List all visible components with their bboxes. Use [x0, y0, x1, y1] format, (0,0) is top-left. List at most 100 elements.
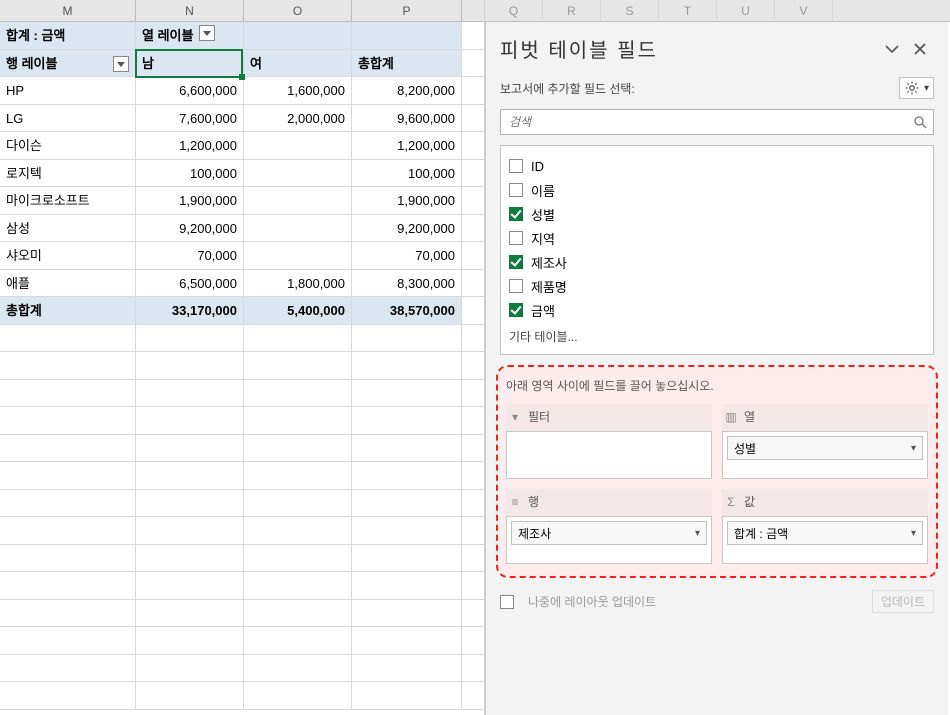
field-item[interactable]: 이름	[509, 178, 925, 202]
drop-item-label: 합계 : 금액	[734, 525, 788, 542]
drop-item[interactable]: 성별 ▾	[727, 436, 923, 460]
checkbox-icon[interactable]	[509, 159, 523, 173]
pivot-corner: 합계 : 금액	[0, 22, 136, 49]
grand-total-male: 33,170,000	[136, 297, 244, 324]
row-female	[244, 215, 352, 242]
col-header-P[interactable]: P	[352, 0, 462, 21]
table-row[interactable]: 로지텍100,000100,000	[0, 160, 484, 188]
row-male: 1,900,000	[136, 187, 244, 214]
worksheet[interactable]: M N O P 합계 : 금액 열 레이블 행 레이블 남 여 총합계 HP6,…	[0, 0, 485, 715]
row-female	[244, 132, 352, 159]
table-row[interactable]: 샤오미70,00070,000	[0, 242, 484, 270]
pivot-col-field[interactable]: 열 레이블	[136, 22, 244, 49]
sigma-icon: Σ	[724, 495, 738, 509]
chevron-down-icon[interactable]: ▾	[911, 443, 916, 454]
row-male: 6,500,000	[136, 270, 244, 297]
drop-item[interactable]: 제조사▾	[511, 521, 707, 545]
other-tables-link[interactable]: 기타 테이블...	[509, 328, 925, 345]
rows-icon: ≡	[508, 495, 522, 509]
field-item[interactable]: 지역	[509, 226, 925, 250]
table-row[interactable]: 마이크로소프트1,900,0001,900,000	[0, 187, 484, 215]
row-label: 삼성	[0, 215, 136, 242]
update-button[interactable]: 업데이트	[872, 590, 934, 613]
pivot-row-field[interactable]: 행 레이블	[0, 50, 136, 77]
chevron-down-icon[interactable]: ▾	[695, 528, 700, 539]
drop-areas: 아래 영역 사이에 필드를 끌어 놓으십시오. ▾필터 ▥열 성별▾ ≡행 제조…	[496, 365, 938, 578]
row-male: 7,600,000	[136, 105, 244, 132]
row-male: 1,200,000	[136, 132, 244, 159]
row-total: 9,600,000	[352, 105, 462, 132]
table-row[interactable]: 다이슨1,200,0001,200,000	[0, 132, 484, 160]
row-female	[244, 187, 352, 214]
field-label: 지역	[531, 229, 555, 248]
col-header-N[interactable]: N	[136, 0, 244, 21]
row-male: 70,000	[136, 242, 244, 269]
row-total: 8,300,000	[352, 270, 462, 297]
search-icon	[913, 115, 927, 129]
grand-total-label: 총합계	[0, 297, 136, 324]
drop-item-label: 성별	[734, 440, 756, 457]
chevron-down-icon[interactable]: ▾	[911, 528, 916, 539]
row-female: 1,800,000	[244, 270, 352, 297]
row-label: 로지텍	[0, 160, 136, 187]
checkbox-icon[interactable]	[509, 231, 523, 245]
field-item[interactable]: ID	[509, 154, 925, 178]
checkbox-icon[interactable]	[509, 303, 523, 317]
checkbox-icon[interactable]	[509, 183, 523, 197]
filter-icon: ▾	[508, 410, 522, 424]
columns-area[interactable]: ▥열 성별▾	[722, 404, 928, 479]
table-row[interactable]: HP6,600,0001,600,0008,200,000	[0, 77, 484, 105]
col-headers-right: Q R S T U V	[485, 0, 950, 22]
checkbox-icon[interactable]	[509, 279, 523, 293]
row-total: 9,200,000	[352, 215, 462, 242]
chevron-down-icon: ▾	[924, 83, 929, 94]
field-label: 이름	[531, 181, 555, 200]
gear-icon	[904, 80, 920, 96]
table-row[interactable]: LG7,600,0002,000,0009,600,000	[0, 105, 484, 133]
pivot-fields-pane: 피벗 테이블 필드 보고서에 추가할 필드 선택: ▾	[485, 22, 948, 715]
col-field-dropdown-icon[interactable]	[199, 25, 215, 41]
field-item[interactable]: 금액	[509, 298, 925, 322]
defer-checkbox[interactable]	[500, 595, 514, 609]
layout-options-button[interactable]: ▾	[899, 77, 934, 99]
drop-item[interactable]: 합계 : 금액 ▾	[727, 521, 923, 545]
col-header-O[interactable]: O	[244, 0, 352, 21]
row-total: 8,200,000	[352, 77, 462, 104]
pivot-table[interactable]: 합계 : 금액 열 레이블 행 레이블 남 여 총합계 HP6,600,0001…	[0, 22, 484, 710]
grand-total-total: 38,570,000	[352, 297, 462, 324]
table-row[interactable]: 애플6,500,0001,800,0008,300,000	[0, 270, 484, 298]
col-header-M[interactable]: M	[0, 0, 136, 21]
table-row[interactable]: 삼성9,200,0009,200,000	[0, 215, 484, 243]
collapse-icon[interactable]	[878, 35, 906, 63]
row-field-dropdown-icon[interactable]	[113, 56, 129, 72]
row-female	[244, 242, 352, 269]
field-item[interactable]: 제조사	[509, 250, 925, 274]
field-list[interactable]: ID 이름성별지역제조사제품명금액 기타 테이블...	[500, 145, 934, 355]
field-label: ID	[531, 159, 544, 174]
row-label: 애플	[0, 270, 136, 297]
row-label: 마이크로소프트	[0, 187, 136, 214]
row-female: 1,600,000	[244, 77, 352, 104]
col-headers: M N O P	[0, 0, 484, 22]
row-male: 100,000	[136, 160, 244, 187]
field-label: 제조사	[531, 253, 567, 272]
row-female	[244, 160, 352, 187]
close-icon[interactable]	[906, 35, 934, 63]
field-label: 제품명	[531, 277, 567, 296]
grand-total-female: 5,400,000	[244, 297, 352, 324]
checkbox-icon[interactable]	[509, 255, 523, 269]
values-area[interactable]: Σ값 합계 : 금액▾	[722, 489, 928, 564]
filters-area[interactable]: ▾필터	[506, 404, 712, 479]
field-search[interactable]	[500, 109, 934, 135]
field-item[interactable]: 성별	[509, 202, 925, 226]
checkbox-icon[interactable]	[509, 207, 523, 221]
field-item[interactable]: 제품명	[509, 274, 925, 298]
col-header-total: 총합계	[352, 50, 462, 77]
row-total: 70,000	[352, 242, 462, 269]
row-male: 9,200,000	[136, 215, 244, 242]
rows-area[interactable]: ≡행 제조사▾	[506, 489, 712, 564]
search-input[interactable]	[507, 114, 913, 130]
row-label: LG	[0, 105, 136, 132]
field-label: 금액	[531, 301, 555, 320]
row-total: 100,000	[352, 160, 462, 187]
